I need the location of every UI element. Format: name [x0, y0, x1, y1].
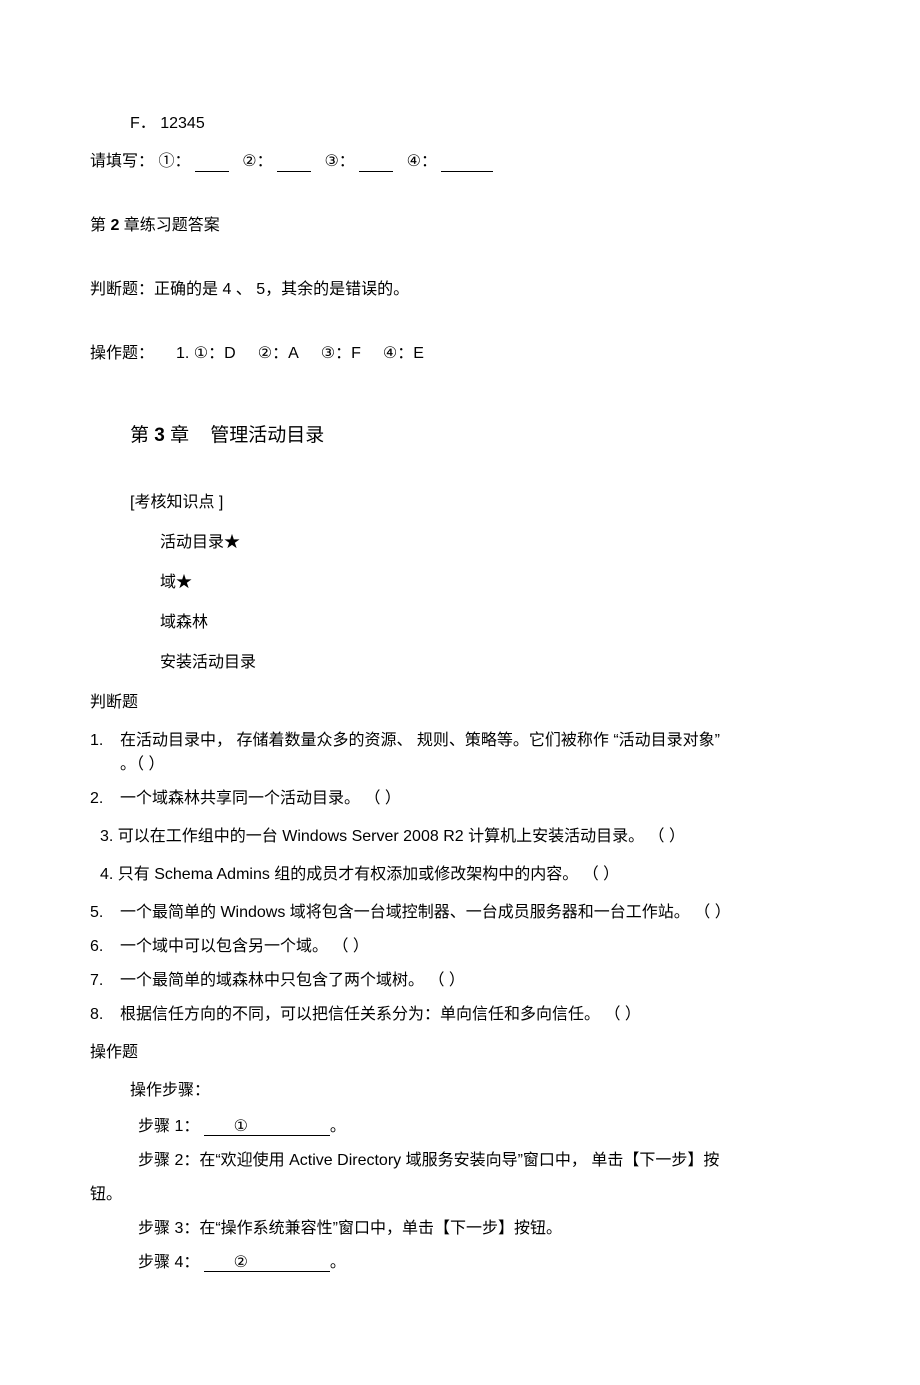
point-3: 域森林 — [90, 611, 830, 635]
chapter3-mid: 章 — [165, 425, 189, 446]
op-ans-1: 1. ①：D — [176, 342, 236, 366]
point-1: 活动目录★ — [90, 531, 830, 555]
blank-3 — [359, 153, 393, 172]
step2-text: 步骤 2：在“欢迎使用 Active Directory 域服务安装向导”窗口中… — [138, 1152, 719, 1169]
step4-fill: ② — [204, 1254, 278, 1273]
step-3: 步骤 3：在“操作系统兼容性”窗口中，单击【下一步】按钮。 — [90, 1217, 830, 1241]
judge-q8: 8. 根据信任方向的不同，可以把信任关系分为：单向信任和多向信任。 （ ） — [90, 1003, 830, 1027]
operation-answers: 操作题： 1. ①：D ②：A ③：F ④：E — [90, 342, 830, 366]
step1-label: 步骤 1： — [138, 1118, 199, 1135]
q2-num: 2. — [90, 787, 120, 811]
judge-q4: 4. 只有 Schema Admins 组的成员才有权添加或修改架构中的内容。 … — [90, 863, 830, 887]
document-page: F． 12345 请填写： ①： ②： ③： ④： 第 2 第 2 章练习题答案… — [0, 0, 920, 1385]
judge-q1: 1. 在活动目录中， 存储着数量众多的资源、 规则、策略等。它们被称作 “活动目… — [90, 729, 830, 777]
fill-in-line: 请填写： ①： ②： ③： ④： — [90, 150, 830, 174]
op-ans-4: ④：E — [383, 342, 424, 366]
step1-end: 。 — [330, 1118, 346, 1135]
q6-text: 一个域中可以包含另一个域。 （ ） — [120, 935, 830, 959]
step4-label: 步骤 4： — [138, 1254, 199, 1271]
judge-q7: 7. 一个最简单的域森林中只包含了两个域树。 （ ） — [90, 969, 830, 993]
judge-section-label: 判断题 — [90, 691, 830, 715]
chapter2-answers-header: 第 2 第 2 章练习题答案章练习题答案 — [90, 214, 830, 238]
fill-c1: ①： — [158, 153, 190, 170]
step1-fill-tail — [278, 1118, 330, 1137]
fill-c4: ④： — [407, 153, 437, 170]
q5-num: 5. — [90, 901, 120, 925]
step-1: 步骤 1： ① 。 — [90, 1115, 830, 1139]
q6-num: 6. — [90, 935, 120, 959]
step4-end: 。 — [330, 1254, 346, 1271]
point-2: 域★ — [90, 571, 830, 595]
chapter3-num: 3 — [154, 425, 165, 446]
blank-4 — [441, 153, 493, 172]
q1-num: 1. — [90, 729, 120, 753]
step-2: 步骤 2：在“欢迎使用 Active Directory 域服务安装向导”窗口中… — [90, 1149, 830, 1173]
assess-points-label: [考核知识点 ] — [90, 491, 830, 515]
q7-num: 7. — [90, 969, 120, 993]
blank-1 — [195, 153, 229, 172]
judge-q5: 5. 一个最简单的 Windows 域将包含一台域控制器、一台成员服务器和一台工… — [90, 901, 830, 925]
operation-steps-label: 操作步骤： — [90, 1079, 830, 1103]
chapter3-title: 第 3 章 管理活动目录 — [90, 422, 830, 451]
q2-text: 一个域森林共享同一个活动目录。 （ ） — [120, 787, 830, 811]
option-f-line: F． 12345 — [90, 112, 830, 136]
judge-q2: 2. 一个域森林共享同一个活动目录。 （ ） — [90, 787, 830, 811]
q1-text-a: 在活动目录中， 存储着数量众多的资源、 规则、策略等。它们被称作 “活动目录对象… — [120, 732, 720, 749]
fill-c3: ③： — [324, 153, 354, 170]
op-ans-3: ③：F — [321, 342, 361, 366]
operation-section-label: 操作题 — [90, 1041, 830, 1065]
op-ans-prefix: 操作题： — [90, 342, 154, 366]
chapter3-name: 管理活动目录 — [210, 425, 324, 446]
q8-num: 8. — [90, 1003, 120, 1027]
q5-text: 一个最简单的 Windows 域将包含一台域控制器、一台成员服务器和一台工作站。… — [120, 901, 830, 925]
q8-text: 根据信任方向的不同，可以把信任关系分为：单向信任和多向信任。 （ ） — [120, 1003, 830, 1027]
step4-fill-tail — [278, 1254, 330, 1273]
step1-fill: ① — [204, 1118, 278, 1137]
step-4: 步骤 4： ② 。 — [90, 1251, 830, 1275]
judge-answers: 判断题：正确的是 4 、 5，其余的是错误的。 — [90, 278, 830, 302]
blank-2 — [277, 153, 311, 172]
q1-text-b: 。（ ） — [120, 756, 164, 773]
chapter3-pre: 第 — [130, 425, 154, 446]
judge-q6: 6. 一个域中可以包含另一个域。 （ ） — [90, 935, 830, 959]
judge-q3: 3. 可以在工作组中的一台 Windows Server 2008 R2 计算机… — [90, 825, 830, 849]
point-4: 安装活动目录 — [90, 651, 830, 675]
fill-c2: ②： — [242, 153, 272, 170]
step-2-tail: 钮。 — [90, 1183, 830, 1207]
q7-text: 一个最简单的域森林中只包含了两个域树。 （ ） — [120, 969, 830, 993]
fill-prefix: 请填写： — [90, 153, 154, 170]
op-ans-2: ②：A — [258, 342, 299, 366]
